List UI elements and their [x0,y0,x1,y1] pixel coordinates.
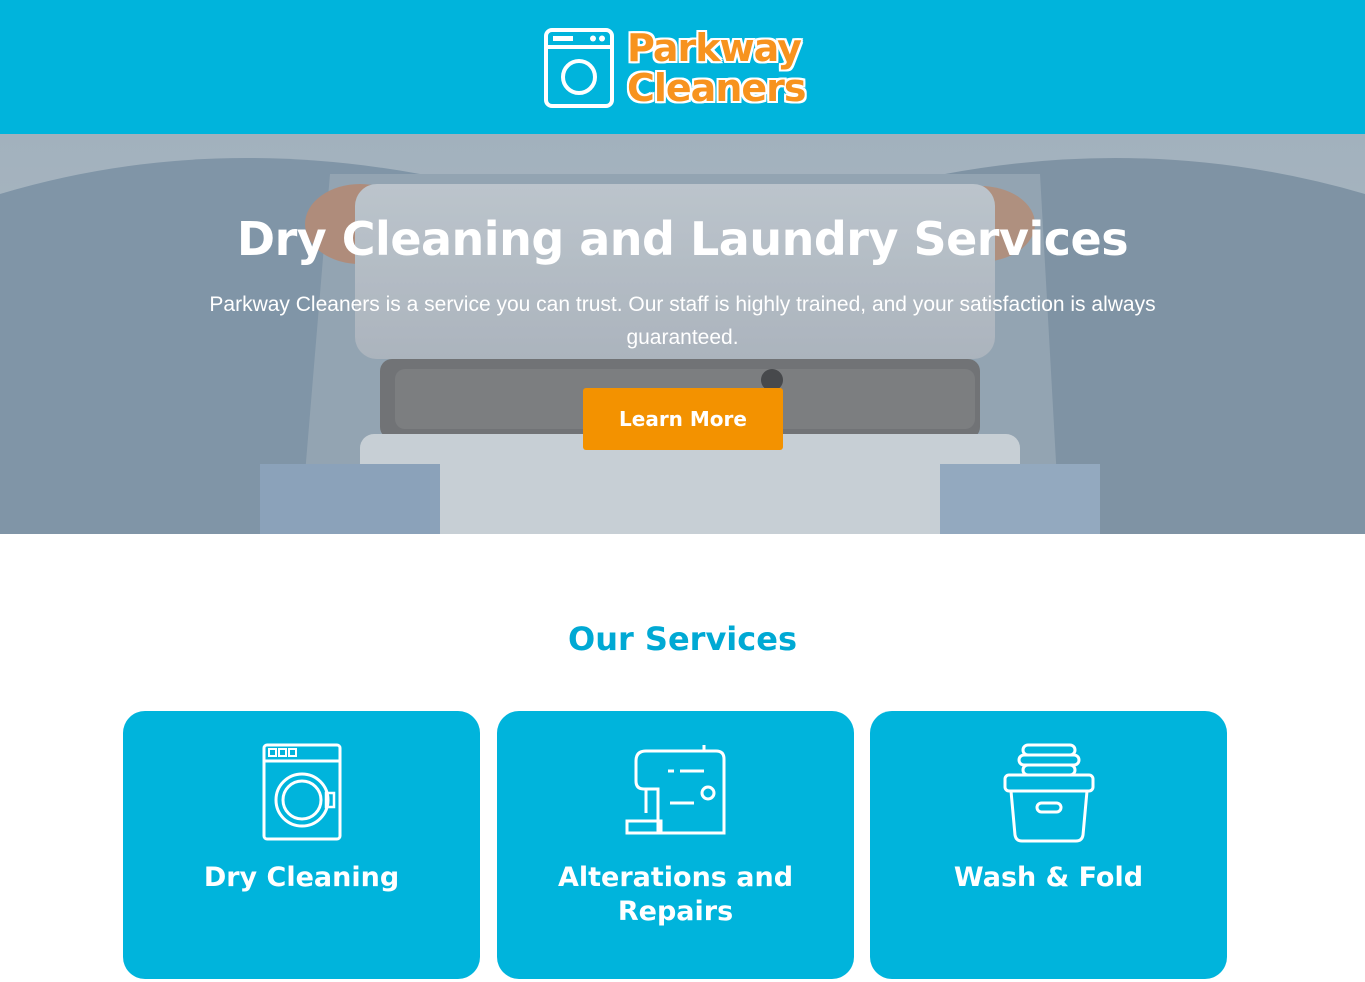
logo-line-1: Parkway [627,26,802,70]
hero-banner: Dry Cleaning and Laundry Services Parkwa… [0,134,1365,534]
sewing-machine-icon [625,745,725,835]
service-card-wash-fold[interactable]: Wash & Fold [870,711,1227,979]
service-label: Wash & Fold [953,862,1144,893]
hero-subtitle: Parkway Cleaners is a service you can tr… [209,293,1156,349]
laundry-basket-icon [1003,743,1094,843]
service-card-dry-cleaning[interactable]: Dry Cleaning [123,711,480,979]
learn-more-button[interactable]: Learn More [583,388,783,450]
service-label: Alterations and Repairs [557,862,794,927]
hero-title: Dry Cleaning and Laundry Services [236,212,1129,266]
services-heading: Our Services [568,620,797,658]
washing-machine-icon [262,743,341,841]
site-header: Parkway Cleaners [0,0,1365,134]
logo-line-2: Cleaners [627,66,807,110]
logo-wordmark: Parkway Cleaners [627,26,807,110]
service-label: Dry Cleaning [203,862,400,893]
site-logo[interactable]: Parkway Cleaners [543,26,823,110]
service-card-alterations[interactable]: Alterations and Repairs [497,711,854,979]
washing-machine-icon [544,28,614,108]
